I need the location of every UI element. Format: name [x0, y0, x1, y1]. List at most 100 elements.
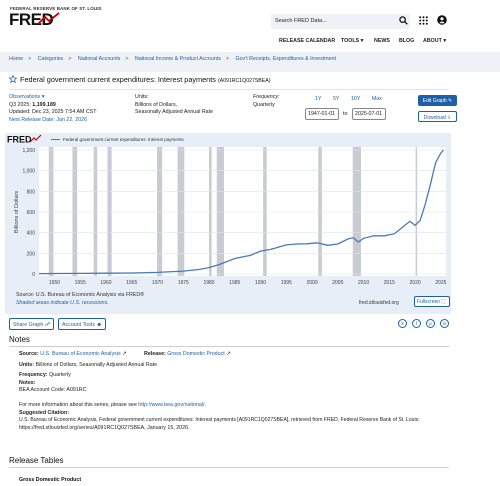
user-account-icon[interactable] — [437, 15, 447, 25]
y-tick-label: 1,200 — [22, 148, 35, 154]
notes-source-link[interactable]: U.S. Bureau of Economic Analysis — [40, 351, 120, 357]
x-tick-label: 2000 — [306, 280, 317, 286]
next-release-link[interactable]: Next Release Date: Jan 22, 2026 — [9, 117, 87, 123]
notes-section: Source: U.S. Bureau of Economic Analysis… — [19, 351, 444, 432]
y-tick-label: 600 — [27, 210, 36, 216]
notes-frequency-label: Frequency: — [19, 372, 48, 379]
fullscreen-button[interactable]: Fullscreen ⛶ — [414, 296, 450, 307]
recession-band — [263, 147, 267, 276]
frequency-label: Frequency: — [253, 94, 280, 100]
x-twitter-icon[interactable]: X — [398, 319, 407, 328]
nav-blog[interactable]: BLOG — [399, 38, 414, 44]
date-from-input[interactable]: 1947-01-01 — [305, 108, 339, 120]
x-tick-label: 1980 — [203, 280, 214, 286]
observations-label: Observations — [9, 94, 41, 100]
breadcrumb-nipa[interactable]: National Income & Product Accounts — [135, 56, 221, 62]
notes-heading: Notes — [9, 335, 30, 344]
user-plus-icon: ☻ — [96, 321, 102, 328]
recession-band — [415, 147, 418, 276]
linkedin-icon[interactable]: in — [440, 319, 449, 328]
breadcrumb-govt-receipts[interactable]: Gov't Receipts, Expenditures & Investmen… — [235, 56, 336, 62]
latest-value: 1,199.189 — [32, 101, 56, 108]
series-info: Observations ▾ Q3 2025: 1,199.189 Update… — [9, 89, 457, 129]
recession-band — [93, 147, 98, 276]
breadcrumb: Home > Categories > National Accounts > Nat… — [0, 52, 500, 72]
search-icon[interactable] — [399, 16, 408, 25]
x-tick-label: 1955 — [75, 280, 86, 286]
x-tick-label: 2020 — [410, 280, 421, 286]
apps-grid-icon[interactable] — [419, 16, 428, 25]
x-tick-label: 1985 — [229, 280, 240, 286]
edit-graph-button[interactable]: Edit Graph ✎ — [418, 95, 457, 106]
notes-more-info-link[interactable]: http://www.bea.gov/national/ — [138, 402, 204, 408]
x-tick-label: 2010 — [358, 280, 369, 286]
breadcrumb-separator-icon: > — [28, 56, 32, 62]
range-10y-button[interactable]: 10Y — [351, 96, 360, 102]
nav-tools-label: TOOLS — [341, 38, 360, 44]
fullscreen-icon: ⛶ — [441, 299, 445, 305]
account-tools-button[interactable]: Account Tools ☻ — [58, 318, 106, 330]
y-tick-label: 200 — [27, 251, 36, 257]
notes-citation-line2: https://fred.stlouisfed.org/series/A091R… — [19, 424, 190, 431]
date-to-input[interactable]: 2025-07-01 — [352, 108, 386, 120]
x-tick-label: 1975 — [178, 280, 189, 286]
release-tables-heading: Release Tables — [9, 456, 64, 465]
edit-graph-label: Edit Graph — [422, 97, 447, 104]
breadcrumb-home[interactable]: Home — [9, 56, 23, 62]
legend-swatch — [51, 138, 60, 140]
x-tick-label: 1995 — [281, 280, 292, 286]
recession-band — [156, 147, 163, 276]
chart-svg[interactable]: FRED 0 200 400 600 800 1,000 1,200 1950 1955 196… — [5, 133, 451, 314]
breadcrumb-separator-icon: > — [225, 56, 229, 62]
x-tick-label: 2005 — [332, 280, 343, 286]
favorite-star-icon[interactable] — [9, 75, 17, 83]
recession-band — [177, 147, 185, 276]
notes-units-label: Units: — [19, 361, 35, 368]
x-tick-label: 1950 — [49, 280, 60, 286]
series-title-bar: Federal government current expenditures:… — [0, 72, 500, 88]
date-to-separator: to — [343, 111, 348, 117]
release-table-item[interactable]: Gross Domestic Product — [19, 477, 81, 483]
share-graph-button[interactable]: Share Graph ☍ — [9, 318, 55, 330]
pinterest-icon[interactable]: p — [426, 319, 435, 328]
x-tick-label: 2025 — [435, 280, 446, 286]
range-1y-button[interactable]: 1Y — [315, 96, 321, 102]
breadcrumb-national-accounts[interactable]: National Accounts — [78, 56, 120, 62]
divider — [9, 467, 449, 468]
range-5y-button[interactable]: 5Y — [333, 96, 339, 102]
facebook-icon[interactable]: f — [412, 319, 421, 328]
divider — [9, 346, 449, 347]
breadcrumb-separator-icon: > — [125, 56, 129, 62]
source-text: Source: U.S. Bureau of Economic Analysis… — [16, 292, 145, 298]
fred-site-label: fred.stlouisfed.org — [359, 300, 399, 306]
recession-band — [209, 147, 212, 276]
range-buttons: 1Y 5Y 10Y Max — [315, 96, 392, 102]
nav-release-calendar[interactable]: RELEASE CALENDAR — [279, 38, 335, 44]
chart-panel: FRED 0 200 400 600 800 1,000 1,200 1950 1955 196… — [5, 133, 451, 314]
search-input[interactable]: Search FRED Data... — [271, 14, 410, 29]
frequency-value: Quarterly — [253, 101, 275, 108]
updated-text: Updated: Dec 23, 2025 7:54 AM CST — [9, 109, 97, 116]
recession-band — [352, 147, 361, 276]
nav-news[interactable]: NEWS — [374, 38, 390, 44]
observations-link[interactable]: Observations ▾ — [9, 94, 44, 100]
units-panel: Units: Billions of Dollars, Seasonally A… — [135, 94, 245, 117]
units-label: Units: — [135, 94, 149, 100]
x-tick-label: 2015 — [384, 280, 395, 286]
range-max-button[interactable]: Max — [372, 96, 382, 102]
legend-label: Federal government current expenditures:… — [63, 137, 184, 142]
site-header: FEDERAL RESERVE BANK OF ST. LOUIS FRED S… — [0, 0, 500, 32]
x-tick-label: 1970 — [152, 280, 163, 286]
y-tick-label: 400 — [27, 231, 36, 237]
breadcrumb-categories[interactable]: Categories — [38, 56, 64, 62]
fullscreen-label: Fullscreen — [417, 299, 441, 305]
nav-about[interactable]: ABOUT ▾ — [423, 38, 446, 44]
y-tick-labels: 0 200 400 600 800 1,000 1,200 — [22, 148, 35, 278]
y-tick-label: 1,000 — [22, 169, 35, 175]
nav-about-label: ABOUT — [423, 38, 442, 44]
y-axis-label: Billions of Dollars — [14, 191, 20, 233]
download-button[interactable]: Download ⇩ — [418, 111, 457, 122]
share-icon: ☍ — [44, 321, 51, 328]
nav-tools[interactable]: TOOLS ▾ — [341, 38, 363, 44]
notes-release-link[interactable]: Gross Domestic Product — [167, 351, 224, 357]
